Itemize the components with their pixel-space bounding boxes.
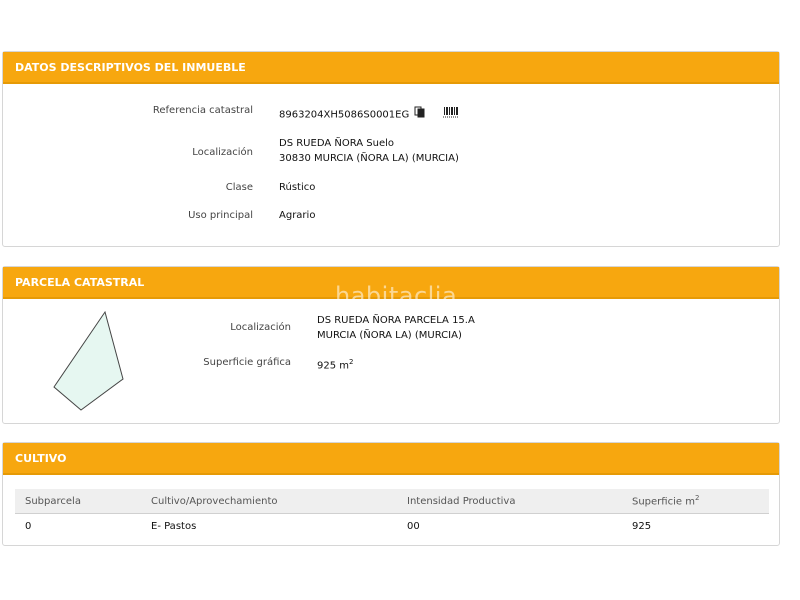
localizacion-label: Localización: [192, 147, 253, 158]
clase-value: Rústico: [279, 182, 316, 193]
localizacion-value: DS RUEDA ÑORA Suelo 30830 MURCIA (ÑORA L…: [279, 136, 459, 166]
superficie-unit-exponent: 2: [349, 358, 354, 366]
copy-icon[interactable]: [414, 106, 425, 123]
cell-superficie: 925: [632, 520, 652, 532]
cultivo-panel: CULTIVO Subparcela Cultivo/Aprovechamien…: [2, 442, 780, 546]
column-header-intensidad: Intensidad Productiva: [397, 489, 622, 514]
cell-subparcela: 0: [25, 520, 32, 532]
superficie-grafica-value: 925 m2: [317, 355, 353, 373]
referencia-catastral-value: 8963204XH5086S0001EG: [279, 106, 459, 123]
superficie-grafica-label: Superficie gráfica: [203, 357, 291, 368]
datos-descriptivos-panel: DATOS DESCRIPTIVOS DEL INMUEBLE Referenc…: [2, 51, 780, 247]
parcela-localizacion-line-2: MURCIA (ÑORA LA) (MURCIA): [317, 330, 462, 341]
parcela-localizacion-line-1: DS RUEDA ÑORA PARCELA 15.A: [317, 315, 475, 326]
parcela-localizacion-value: DS RUEDA ÑORA PARCELA 15.A MURCIA (ÑORA …: [317, 313, 475, 343]
localizacion-line-1: DS RUEDA ÑORA Suelo: [279, 138, 395, 149]
cultivo-header: CULTIVO: [3, 443, 779, 475]
uso-principal-label: Uso principal: [188, 210, 253, 221]
referencia-catastral-label: Referencia catastral: [152, 105, 253, 116]
parcela-localizacion-label: Localización: [230, 322, 291, 333]
parcela-catastral-panel: PARCELA CATASTRAL Localización DS RUEDA …: [2, 266, 780, 424]
cell-cultivo: E- Pastos: [151, 520, 197, 532]
column-header-superficie-exponent: 2: [694, 494, 700, 503]
referencia-catastral-text: 8963204XH5086S0001EG: [279, 109, 410, 121]
uso-principal-value: Agrario: [279, 210, 316, 221]
column-header-superficie: Superficie m2: [622, 489, 769, 514]
localizacion-line-2: 30830 MURCIA (ÑORA LA) (MURCIA): [279, 153, 459, 164]
table-row: 0 E- Pastos 00 925: [15, 514, 769, 539]
cell-intensidad: 00: [407, 520, 420, 532]
parcela-catastral-header: PARCELA CATASTRAL: [3, 267, 779, 299]
parcela-polygon: [53, 310, 124, 411]
superficie-grafica-number: 925 m: [317, 360, 350, 372]
parcela-shape-icon: [53, 310, 124, 411]
cultivo-table-header-row: Subparcela Cultivo/Aprovechamiento Inten…: [15, 489, 769, 514]
datos-descriptivos-header: DATOS DESCRIPTIVOS DEL INMUEBLE: [3, 52, 779, 84]
column-header-subparcela: Subparcela: [15, 489, 141, 514]
cultivo-table: Subparcela Cultivo/Aprovechamiento Inten…: [15, 489, 769, 538]
barcode-icon[interactable]: [442, 106, 459, 123]
column-header-cultivo: Cultivo/Aprovechamiento: [141, 489, 397, 514]
clase-label: Clase: [225, 182, 253, 193]
column-header-superficie-text: Superficie m: [632, 496, 695, 508]
